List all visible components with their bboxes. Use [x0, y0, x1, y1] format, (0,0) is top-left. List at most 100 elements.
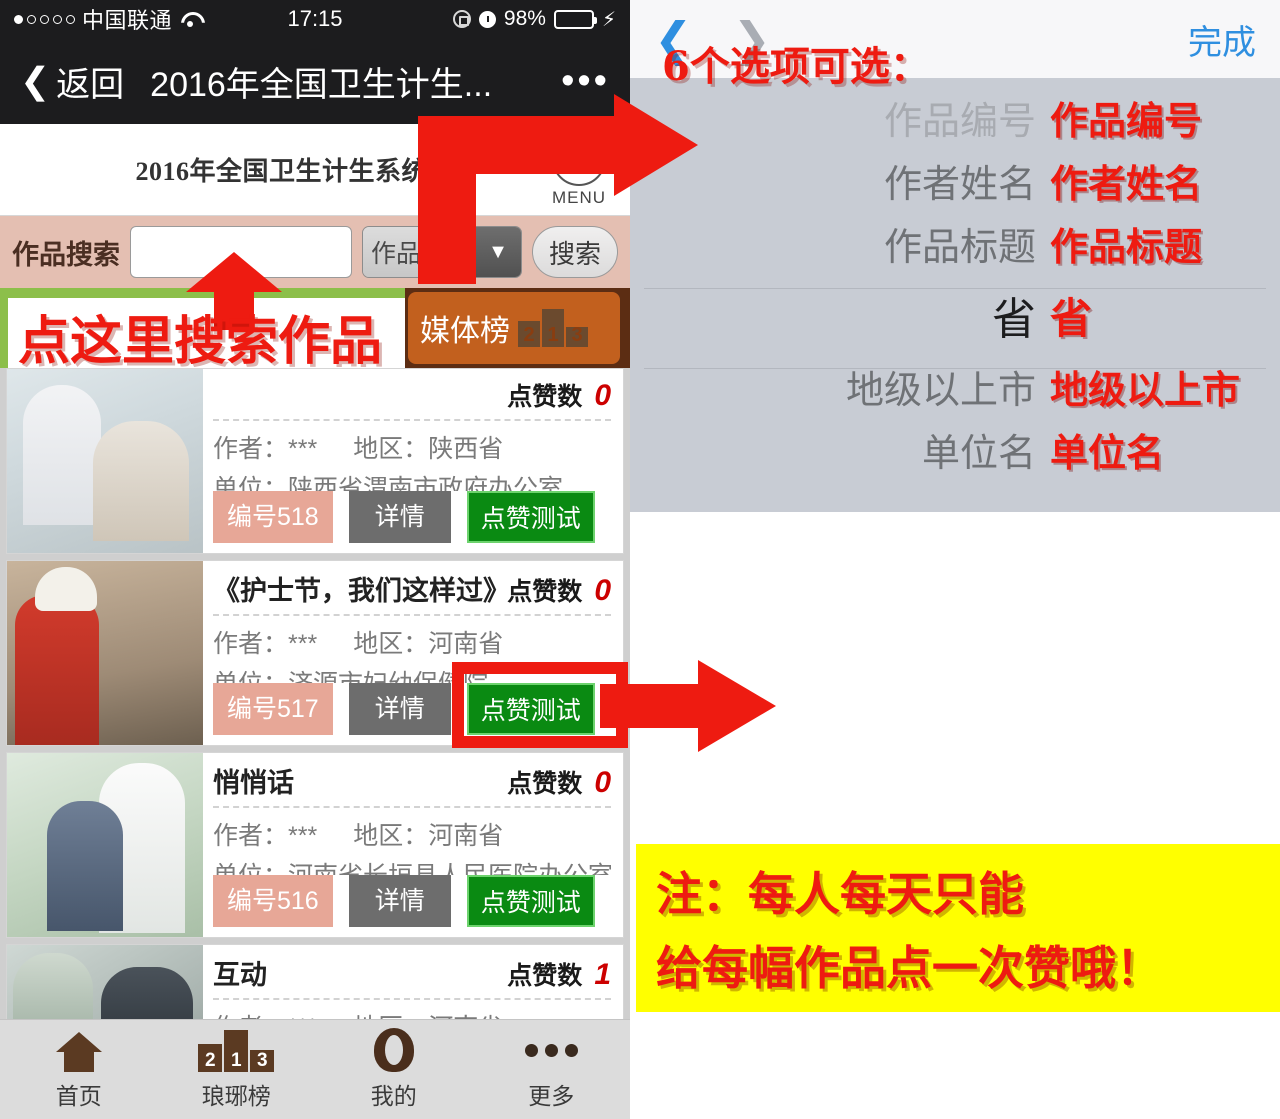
like-count-value: 0: [594, 766, 611, 799]
picker-option-work-title[interactable]: 作品标题 作品标题: [630, 212, 1280, 275]
media-rank-button[interactable]: 媒体榜 2 1 3: [408, 292, 620, 364]
carrier-label: 中国联通: [82, 8, 173, 33]
list-item[interactable]: 点赞数 0 作者：*** 地区：陕西省 单位：陕西省渭南市政府办公室 编号518…: [6, 368, 624, 554]
detail-button[interactable]: 详情: [348, 683, 451, 735]
unit-label: 单位：: [213, 670, 288, 683]
more-menu-icon[interactable]: •••: [561, 62, 610, 100]
annotation-option-1: 作者姓名: [1050, 161, 1203, 206]
region-value: 陕西省: [428, 435, 504, 463]
picker-option-label: 省: [992, 295, 1036, 344]
region-label: 地区：: [353, 822, 429, 850]
artwork-title-row: 点赞数 0: [213, 377, 611, 421]
artwork-title: 悄悄话: [213, 768, 294, 798]
done-button[interactable]: 完成: [1188, 15, 1256, 64]
like-button[interactable]: 点赞测试: [466, 491, 595, 543]
status-bar: 中国联通 17:15 98% ⚡: [0, 0, 630, 38]
note-line1: 注：每人每天只能: [656, 867, 1024, 921]
picker-option-city[interactable]: 地级以上市 地级以上市: [630, 355, 1280, 418]
back-button-label: 返回: [56, 65, 125, 104]
arrow-from-dropdown-to-picker: [418, 94, 698, 284]
artwork-title-row: 悄悄话 点赞数 0: [213, 761, 611, 808]
rotation-lock-icon: [452, 10, 471, 28]
unit-value: 河南省长垣县人民医院办公室: [288, 862, 611, 875]
author-label: 作者：: [213, 822, 289, 850]
media-rank-label: 媒体榜: [420, 315, 510, 348]
tab-mine-label: 我的: [370, 1083, 417, 1109]
person-icon: [373, 1028, 414, 1072]
page-title: 2016年全国卫生计生...: [150, 65, 493, 104]
home-icon: [55, 1028, 102, 1072]
detail-button[interactable]: 详情: [348, 491, 451, 543]
artwork-unit: 单位：河南省长垣县人民医院办公室: [213, 856, 611, 875]
picker-option-author-name[interactable]: 作者姓名 作者姓名: [630, 149, 1280, 212]
artwork-meta: 作者：*** 地区：河南省: [213, 624, 611, 660]
region-label: 地区：: [353, 630, 429, 658]
like-count-value: 0: [594, 379, 611, 412]
artwork-title: 《护士节，我们这样过》: [213, 576, 500, 606]
annotation-option-3: 省: [1050, 293, 1093, 343]
annotation-option-0: 作品编号: [1050, 98, 1203, 143]
author-label: 作者：: [213, 435, 289, 463]
tab-mine[interactable]: 我的: [315, 1020, 473, 1119]
artwork-actions: 编号516 详情 点赞测试: [213, 875, 611, 929]
picker-option-province[interactable]: 省 省: [630, 275, 1280, 355]
battery-icon: [553, 9, 597, 29]
artwork-thumbnail[interactable]: [7, 369, 203, 553]
list-item[interactable]: 悄悄话 点赞数 0 作者：*** 地区：河南省 单位：河南省长垣县人民医院办公室…: [6, 752, 624, 938]
more-dots-icon: [524, 1028, 578, 1072]
picker-option-label: 单位名: [921, 433, 1036, 475]
artwork-title: 互动: [213, 960, 267, 990]
unit-label: 单位：: [213, 475, 289, 491]
author-value: ***: [288, 822, 318, 850]
clock-label: 17:15: [287, 6, 343, 31]
like-button[interactable]: 点赞测试: [466, 875, 595, 927]
annotation-option-5: 单位名: [1050, 430, 1165, 475]
alarm-clock-icon: [478, 10, 496, 28]
annotation-search-hint: 点这里搜索作品: [18, 311, 383, 372]
region-label: 地区：: [353, 435, 429, 463]
picker-column[interactable]: 作品编号 作品编号 作者姓名 作者姓名 作品标题 作品标题 省 省 地级以上市: [630, 78, 1280, 481]
artwork-info: 悄悄话 点赞数 0 作者：*** 地区：河南省 单位：河南省长垣县人民医院办公室…: [203, 753, 623, 937]
like-count-label: 点赞数: [507, 383, 583, 411]
like-count-label: 点赞数: [507, 770, 583, 798]
picker-option-unit-name[interactable]: 单位名 单位名: [630, 418, 1280, 481]
author-value: ***: [288, 435, 318, 463]
artwork-title-row: 互动 点赞数 1: [213, 953, 611, 1000]
back-button[interactable]: ❮ 返回: [20, 57, 124, 106]
author-value: ***: [288, 630, 318, 658]
picker-selection-line-top: [644, 288, 1266, 289]
podium-icon: 213: [198, 1028, 275, 1072]
author-label: 作者：: [213, 630, 289, 658]
note-banner: 注：每人每天只能 给每幅作品点一次赞哦！: [636, 844, 1280, 1012]
like-count-value: 0: [594, 574, 611, 607]
screenshot-root: 中国联通 17:15 98% ⚡ ❮ 返回 2016年全国卫生计生... •••: [0, 0, 1280, 1119]
tab-ranking[interactable]: 213 琅琊榜: [158, 1020, 316, 1119]
tab-more[interactable]: 更多: [473, 1020, 631, 1119]
podium-icon: 2 1 3: [518, 309, 588, 347]
artwork-thumbnail[interactable]: [7, 561, 203, 745]
status-bar-left: 中国联通: [14, 3, 201, 35]
tab-home[interactable]: 首页: [0, 1020, 158, 1119]
picker-option-work-number[interactable]: 作品编号 作品编号: [630, 86, 1280, 149]
artwork-number-badge: 编号518: [213, 491, 333, 543]
like-count-label: 点赞数: [507, 578, 583, 606]
picker-selection-line-bottom: [644, 368, 1266, 369]
bottom-tab-bar: 首页 213 琅琊榜 我的 更多: [0, 1019, 630, 1119]
tab-home-label: 首页: [55, 1083, 102, 1109]
charging-bolt-icon: ⚡: [601, 8, 616, 31]
unit-label: 单位：: [213, 862, 288, 875]
artwork-info: 点赞数 0 作者：*** 地区：陕西省 单位：陕西省渭南市政府办公室 编号518…: [203, 369, 623, 553]
option-picker-wheel[interactable]: 作品编号 作品编号 作者姓名 作者姓名 作品标题 作品标题 省 省 地级以上市: [630, 78, 1280, 512]
tab-ranking-label: 琅琊榜: [201, 1083, 271, 1109]
artwork-title-row: 《护士节，我们这样过》 点赞数 0: [213, 569, 611, 616]
detail-button[interactable]: 详情: [348, 875, 451, 927]
chevron-left-icon: ❮: [20, 60, 51, 101]
artwork-thumbnail[interactable]: [7, 753, 203, 937]
wifi-icon: [179, 11, 201, 27]
arrow-to-like-hint: [600, 660, 780, 752]
artwork-meta: 作者：*** 地区：陕西省: [213, 429, 611, 465]
search-label: 作品搜索: [12, 239, 120, 270]
note-line2: 给每幅作品点一次赞哦！: [656, 941, 1162, 995]
annotation-option-2: 作品标题: [1050, 224, 1203, 269]
artwork-number-badge: 编号517: [213, 683, 333, 735]
